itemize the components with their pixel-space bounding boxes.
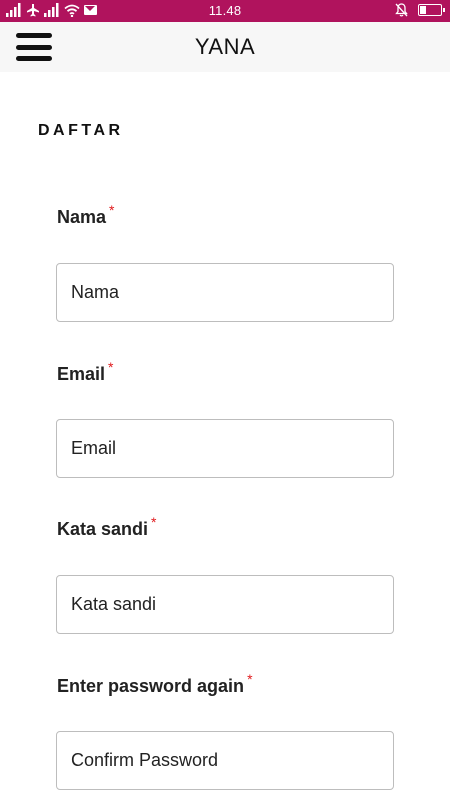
required-marker: * xyxy=(108,359,114,375)
status-bar: 11.48 xyxy=(0,0,450,22)
email-input[interactable] xyxy=(56,419,394,478)
page-title: DAFTAR xyxy=(38,122,124,139)
app-title: YANA xyxy=(194,34,256,59)
password-label-text: Kata sandi xyxy=(57,519,149,539)
password-input[interactable] xyxy=(56,575,394,634)
name-label: Nama * xyxy=(57,202,114,228)
app-bar: YANA xyxy=(0,22,450,72)
email-label-text: Email xyxy=(57,364,106,384)
name-input[interactable] xyxy=(56,263,394,322)
password-label: Kata sandi * xyxy=(57,514,156,540)
name-label-text: Nama xyxy=(57,207,107,227)
required-marker: * xyxy=(151,514,157,530)
confirm-password-label-text: Enter password again xyxy=(57,676,245,696)
email-label: Email * xyxy=(57,359,113,385)
confirm-password-input[interactable] xyxy=(56,731,394,790)
confirm-password-label: Enter password again * xyxy=(57,671,253,697)
status-time: 11.48 xyxy=(208,3,242,18)
required-marker: * xyxy=(247,671,253,687)
required-marker: * xyxy=(109,202,115,218)
status-icons-right xyxy=(395,3,445,17)
battery-level xyxy=(420,6,426,14)
battery-icon xyxy=(418,4,445,16)
mute-bell-icon xyxy=(395,3,408,17)
